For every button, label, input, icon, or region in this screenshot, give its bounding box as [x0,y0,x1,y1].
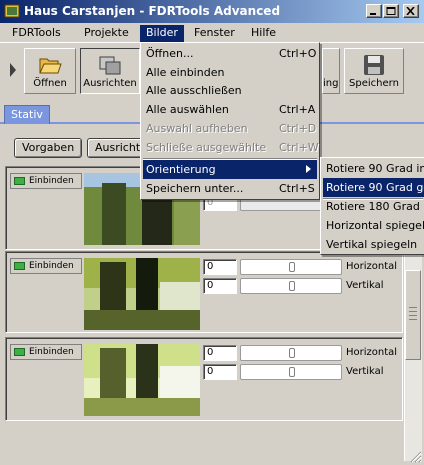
menu-exclude-all[interactable]: Alle ausschließen [143,81,317,100]
vertical-field[interactable]: 0 [203,278,237,294]
menu-open[interactable]: Öffnen... Ctrl+O [143,44,317,63]
open-button[interactable]: Öffnen [24,48,76,94]
image-panel-3: Einbinden 0 Horizontal 0 Vertikal [5,337,403,421]
menu-projekte[interactable]: Projekte [78,25,135,42]
include-led-icon [14,177,25,185]
tab-stativ[interactable]: Stativ [4,105,50,124]
horizontal-slider[interactable] [240,345,342,361]
menu-hilfe[interactable]: Hilfe [245,25,282,42]
menu-bar: FDRTools Projekte Bilder Fenster Hilfe [0,23,424,42]
slider-knob[interactable] [289,262,295,272]
menu-rotate-180[interactable]: Rotiere 180 Grad [323,197,424,216]
close-icon [406,7,415,15]
include-toggle[interactable]: Einbinden [10,258,82,274]
save-button[interactable]: Speichern [344,48,404,94]
menu-bilder[interactable]: Bilder [140,25,184,42]
slider-knob[interactable] [289,367,295,377]
slider-knob[interactable] [289,348,295,358]
vertical-slider[interactable] [240,364,342,380]
horizontal-field[interactable]: 0 [203,259,237,275]
floppy-disk-icon [364,55,384,75]
horizontal-field[interactable]: 0 [203,345,237,361]
orientation-submenu: Rotiere 90 Grad im Rotiere 90 Grad ge Ro… [320,157,424,255]
menu-include-all[interactable]: Alle einbinden [143,63,317,82]
vertical-slider[interactable] [240,278,342,294]
minimize-icon [370,13,376,15]
horizontal-slider[interactable] [240,259,342,275]
slider-knob[interactable] [289,281,295,291]
align-button[interactable]: Ausrichten [80,48,140,94]
maximize-button[interactable] [383,4,399,18]
horizontal-label: Horizontal [346,347,398,358]
defaults-button[interactable]: Vorgaben [14,138,83,158]
submenu-arrow-icon [306,165,311,173]
menu-close-selected: Schließe ausgewählte Ctrl+W [146,141,319,154]
toolbar-expand-arrow-icon[interactable] [9,61,17,79]
vertical-label: Vertikal [346,280,384,291]
window-title: Haus Carstanjen - FDRTools Advanced [24,4,281,18]
menu-rotate-90-ccw[interactable]: Rotiere 90 Grad ge [323,178,424,197]
close-button[interactable] [403,4,419,18]
include-toggle[interactable]: Einbinden [10,344,82,360]
vertical-label: Vertikal [346,366,384,377]
align-icon [99,56,121,75]
menu-fenster[interactable]: Fenster [188,25,241,42]
bilder-menu: Öffnen... Ctrl+O Alle einbinden Alle aus… [140,42,320,200]
include-toggle[interactable]: Einbinden [10,173,82,189]
app-icon [4,4,20,18]
menu-fdrtools[interactable]: FDRTools [6,25,67,42]
menu-save-as[interactable]: Speichern unter... Ctrl+S [143,179,317,198]
minimize-button[interactable] [366,4,382,18]
include-led-icon [14,348,25,356]
scrollbar-thumb[interactable] [405,270,421,360]
menu-orientation[interactable]: Orientierung [143,160,317,179]
menu-flip-horizontal[interactable]: Horizontal spiegel [323,216,424,235]
maximize-icon [386,7,396,15]
menu-select-all[interactable]: Alle auswählen Ctrl+A [143,100,317,119]
title-bar[interactable]: Haus Carstanjen - FDRTools Advanced [0,0,424,23]
image-thumbnail[interactable] [84,344,200,416]
menu-rotate-90-cw[interactable]: Rotiere 90 Grad im [323,159,424,178]
horizontal-label: Horizontal [346,261,398,272]
vertical-field[interactable]: 0 [203,364,237,380]
include-led-icon [14,262,25,270]
tonemapping-button[interactable]: ing [322,48,340,94]
menu-flip-vertical[interactable]: Vertikal spiegeln [323,235,424,254]
folder-open-icon [39,58,62,74]
resize-grip-icon[interactable] [408,449,422,463]
image-panel-2: Einbinden 0 Horizontal 0 Vertikal [5,251,403,333]
align-sub-button[interactable]: Ausricht [87,138,149,158]
image-thumbnail[interactable] [84,258,200,330]
menu-deselect: Auswahl aufheben Ctrl+D [146,122,317,135]
